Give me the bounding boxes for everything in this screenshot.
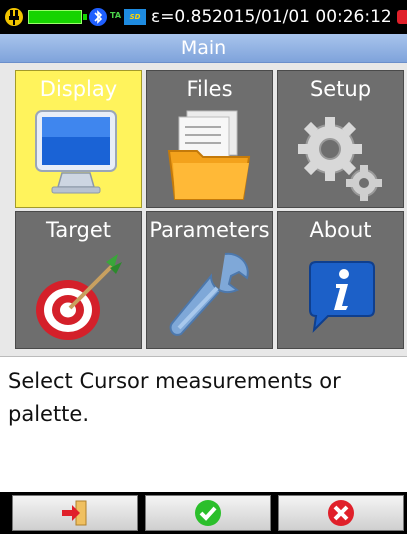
emissivity-readout: ε=0.85 bbox=[151, 7, 213, 27]
power-plug-icon bbox=[5, 8, 23, 26]
exit-button[interactable] bbox=[12, 495, 138, 531]
target-icon bbox=[36, 254, 122, 340]
tile-parameters[interactable]: Parameters bbox=[146, 211, 273, 349]
datetime-readout: 2015/01/01 00:26:12 bbox=[212, 7, 392, 27]
description-text: Select Cursor measurements or palette. bbox=[8, 369, 341, 426]
tile-label: Files bbox=[186, 77, 233, 101]
tile-label: Target bbox=[46, 218, 111, 242]
softkey-bar bbox=[0, 492, 407, 534]
cancel-button[interactable] bbox=[278, 495, 404, 531]
info-icon bbox=[309, 261, 375, 333]
confirm-button[interactable] bbox=[145, 495, 271, 531]
bluetooth-icon bbox=[89, 8, 107, 26]
window-title: Main bbox=[0, 34, 407, 63]
tile-setup[interactable]: Setup bbox=[277, 70, 404, 208]
main-menu-grid: Display Files Setup Target Parameters Ab… bbox=[0, 63, 407, 356]
folder-icon bbox=[167, 110, 251, 200]
tile-label: Display bbox=[39, 77, 118, 101]
exit-icon bbox=[62, 500, 87, 526]
monitor-icon bbox=[35, 110, 117, 194]
wrench-icon bbox=[169, 252, 249, 336]
tile-label: Parameters bbox=[149, 218, 270, 242]
cancel-x-icon bbox=[328, 500, 354, 526]
tile-target[interactable]: Target bbox=[15, 211, 142, 349]
tile-about[interactable]: About bbox=[277, 211, 404, 349]
tile-label: Setup bbox=[309, 77, 372, 101]
ambient-temperature-indicator: TA bbox=[110, 11, 122, 20]
tile-files[interactable]: Files bbox=[146, 70, 273, 208]
tile-display[interactable]: Display bbox=[15, 70, 142, 208]
gears-icon bbox=[298, 117, 382, 201]
description-panel: Select Cursor measurements or palette. bbox=[0, 356, 407, 492]
tile-label: About bbox=[309, 218, 372, 242]
record-indicator-icon bbox=[397, 10, 407, 24]
confirm-check-icon bbox=[195, 500, 221, 526]
battery-icon bbox=[28, 10, 87, 24]
sd-card-icon: SD bbox=[124, 9, 146, 25]
status-bar: TA SD ε=0.85 2015/01/01 00:26:12 bbox=[0, 0, 407, 34]
